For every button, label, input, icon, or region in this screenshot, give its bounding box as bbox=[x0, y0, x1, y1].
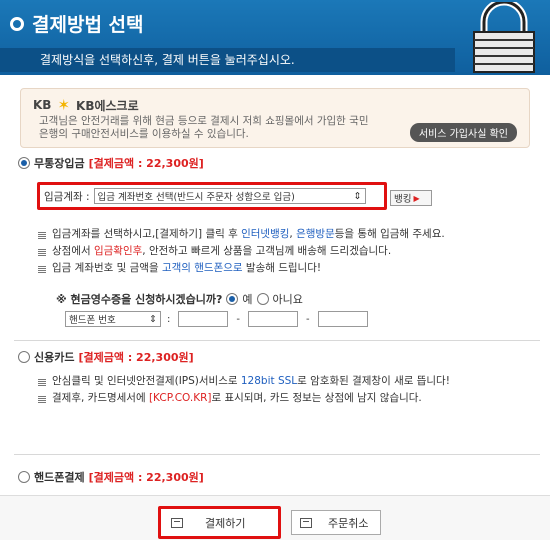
card-icon bbox=[171, 517, 183, 528]
bullet-icon bbox=[38, 394, 46, 403]
note-text: 상점에서 bbox=[52, 245, 94, 257]
kb-label: KB bbox=[33, 98, 52, 112]
circle-bullet-icon bbox=[10, 16, 24, 31]
bullet-icon bbox=[38, 264, 46, 273]
credit-card-radio[interactable] bbox=[18, 351, 30, 363]
note-text: 로 암호화된 결제창이 새로 뜹니다! bbox=[297, 375, 450, 387]
account-select[interactable]: 입금 계좌번호 선택(반드시 주문자 성함으로 입금) ⇕ bbox=[93, 188, 366, 204]
note-highlight: 은행방문 bbox=[296, 228, 335, 240]
note-highlight: 128bit SSL bbox=[240, 375, 298, 387]
note-text: 등을 통해 입금해 주세요. bbox=[334, 228, 445, 240]
note-highlight: 인터넷뱅킹 bbox=[241, 228, 290, 240]
cash-receipt-label: ※ 현금영수증을 신청하시겠습니까? bbox=[56, 293, 223, 306]
kb-escrow-box: KB ✶ KB에스크로 고객님은 안전거래를 위해 현금 등으로 결제시 저희 … bbox=[20, 88, 530, 148]
receipt-no-radio[interactable] bbox=[256, 293, 269, 305]
bullet-icon bbox=[38, 377, 46, 386]
cash-receipt-question: ※ 현금영수증을 신청하시겠습니까? 예 아니요 bbox=[56, 291, 303, 307]
note-text: , 안전하고 빠르게 상품을 고객님께 배송해 드리겠습니다. bbox=[142, 245, 392, 257]
phone-pay-label: 핸드폰결제 bbox=[34, 471, 85, 484]
phone-type-value: 핸드폰 번호 bbox=[69, 315, 116, 326]
page-subtitle: 결제방식을 선택하신후, 결제 버튼을 눌러주십시오. bbox=[0, 48, 455, 72]
receipt-yes-label: 예 bbox=[242, 293, 253, 306]
monitor-icon bbox=[300, 517, 312, 528]
phone-part2-input[interactable] bbox=[247, 311, 298, 327]
account-select-row: 입금계좌 : 입금 계좌번호 선택(반드시 주문자 성함으로 입금) ⇕ bbox=[37, 182, 387, 210]
cancel-order-button[interactable]: 주문취소 bbox=[291, 510, 381, 535]
phone-pay-radio[interactable] bbox=[18, 471, 30, 483]
note-highlight: 고객의 핸드폰으로 bbox=[161, 262, 243, 274]
note-highlight: [KCP.CO.KR] bbox=[148, 392, 212, 404]
note-line: 입금계좌를 선택하시고,[결제하기] 클릭 후 인터넷뱅킹, 은행방문등을 통해… bbox=[38, 226, 445, 243]
note-line: 안심클릭 및 인터넷안전결제(IPS)서비스로 128bit SSL로 암호화된… bbox=[38, 373, 450, 390]
select-arrows-icon: ⇕ bbox=[353, 190, 362, 202]
bullet-icon bbox=[38, 230, 46, 239]
dash: - bbox=[236, 313, 240, 325]
account-select-value: 입금 계좌번호 선택(반드시 주문자 성함으로 입금) bbox=[97, 192, 295, 203]
page-title-text: 결제방법 선택 bbox=[32, 14, 144, 36]
kb-description: 고객님은 안전거래를 위해 현금 등으로 결제시 저희 쇼핑몰에서 가입한 국민… bbox=[39, 115, 369, 140]
bank-transfer-notes: 입금계좌를 선택하시고,[결제하기] 클릭 후 인터넷뱅킹, 은행방문등을 통해… bbox=[38, 226, 445, 277]
credit-card-notes: 안심클릭 및 인터넷안전결제(IPS)서비스로 128bit SSL로 암호화된… bbox=[38, 373, 450, 407]
banking-label: 뱅킹 bbox=[394, 194, 412, 205]
receipt-yes-radio[interactable] bbox=[226, 293, 239, 305]
phone-type-select[interactable]: 핸드폰 번호 ⇕ bbox=[65, 311, 161, 327]
divider bbox=[14, 340, 540, 341]
kb-brand: KB에스크로 bbox=[76, 98, 139, 113]
bullet-icon bbox=[38, 247, 46, 256]
note-text: 안심클릭 및 인터넷안전결제(IPS)서비스로 bbox=[52, 375, 241, 387]
banking-button[interactable]: 뱅킹 ▶ bbox=[390, 190, 432, 206]
note-text: 입금계좌를 선택하시고,[결제하기] 클릭 후 bbox=[52, 228, 242, 240]
credit-card-amount: [결제금액 : 22,300원] bbox=[78, 351, 194, 364]
receipt-phone-row: 핸드폰 번호 ⇕ : - - bbox=[65, 311, 368, 327]
pay-button[interactable]: 결제하기 bbox=[158, 506, 281, 539]
bank-transfer-amount: [결제금액 : 22,300원] bbox=[88, 157, 204, 170]
header: 결제방법 선택 결제방식을 선택하신후, 결제 버튼을 눌러주십시오. bbox=[0, 0, 550, 75]
triangle-right-icon: ▶ bbox=[413, 193, 420, 203]
phone-pay-amount: [결제금액 : 22,300원] bbox=[88, 471, 204, 484]
bank-transfer-radio[interactable] bbox=[18, 157, 30, 169]
note-highlight: 입금확인후 bbox=[93, 245, 143, 257]
select-arrows-icon: ⇕ bbox=[149, 313, 157, 325]
account-label: 입금계좌 : bbox=[44, 190, 90, 203]
bank-transfer-option[interactable]: 무통장입금 [결제금액 : 22,300원] bbox=[18, 155, 204, 171]
note-line: 입금 계좌번호 및 금액을 고객의 핸드폰으로 발송해 드립니다! bbox=[38, 260, 445, 277]
kb-logo: KB ✶ KB에스크로 bbox=[33, 96, 139, 114]
kb-star-icon: ✶ bbox=[57, 96, 71, 114]
page-title: 결제방법 선택 bbox=[10, 10, 144, 37]
cancel-button-label: 주문취소 bbox=[328, 516, 369, 530]
divider bbox=[14, 454, 540, 455]
note-text: 결제후, 카드명세서에 bbox=[52, 392, 149, 404]
note-text: 로 표시되며, 카드 정보는 상점에 남지 않습니다. bbox=[211, 392, 422, 404]
colon: : bbox=[167, 313, 171, 325]
note-text: 입금 계좌번호 및 금액을 bbox=[52, 262, 162, 274]
service-confirm-button[interactable]: 서비스 가입사실 확인 bbox=[409, 123, 517, 142]
credit-card-option[interactable]: 신용카드 [결제금액 : 22,300원] bbox=[18, 349, 194, 365]
padlock-icon bbox=[473, 2, 535, 73]
credit-card-label: 신용카드 bbox=[34, 351, 75, 364]
note-text: 발송해 드립니다! bbox=[242, 262, 322, 274]
phone-part3-input[interactable] bbox=[317, 311, 368, 327]
note-line: 상점에서 입금확인후, 안전하고 빠르게 상품을 고객님께 배송해 드리겠습니다… bbox=[38, 243, 445, 260]
phone-pay-option[interactable]: 핸드폰결제 [결제금액 : 22,300원] bbox=[18, 469, 204, 485]
bank-transfer-label: 무통장입금 bbox=[34, 157, 85, 170]
receipt-no-label: 아니요 bbox=[272, 293, 303, 306]
dash: - bbox=[305, 313, 310, 325]
phone-part1-input[interactable] bbox=[178, 311, 229, 327]
note-line: 결제후, 카드명세서에 [KCP.CO.KR]로 표시되며, 카드 정보는 상점… bbox=[38, 390, 450, 407]
pay-button-label: 결제하기 bbox=[205, 516, 246, 530]
